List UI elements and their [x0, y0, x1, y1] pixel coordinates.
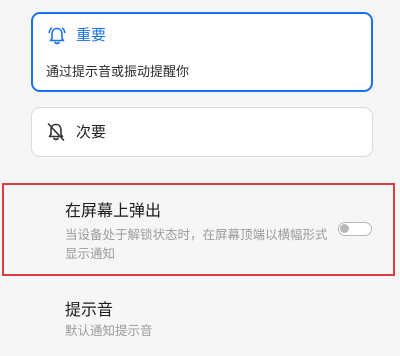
important-option-description: 通过提示音或振动提醒你 [46, 65, 190, 80]
popup-on-screen-row[interactable]: 在屏幕上弹出 当设备处于解锁状态时，在屏幕顶端以横幅形式显示通知 [0, 181, 400, 277]
secondary-option-label: 次要 [76, 123, 107, 141]
popup-setting-title: 在屏幕上弹出 [65, 201, 162, 220]
sound-setting-title: 提示音 [65, 300, 114, 319]
popup-toggle-switch[interactable] [338, 222, 372, 236]
importance-option-important[interactable]: 重要 通过提示音或振动提醒你 [31, 12, 373, 92]
importance-option-secondary[interactable]: 次要 [31, 107, 373, 157]
notification-sound-row[interactable]: 提示音 默认通知提示音 [0, 290, 400, 356]
important-option-label: 重要 [76, 26, 107, 44]
sound-setting-value: 默认通知提示音 [65, 323, 153, 338]
toggle-knob [340, 224, 349, 233]
bell-off-icon [45, 121, 67, 143]
notification-settings-page: 重要 通过提示音或振动提醒你 次要 在屏幕上弹出 当设备处于解锁状态时，在屏幕顶… [0, 0, 400, 356]
bell-ringing-icon [46, 25, 68, 47]
popup-setting-description: 当设备处于解锁状态时，在屏幕顶端以横幅形式显示通知 [65, 227, 328, 261]
